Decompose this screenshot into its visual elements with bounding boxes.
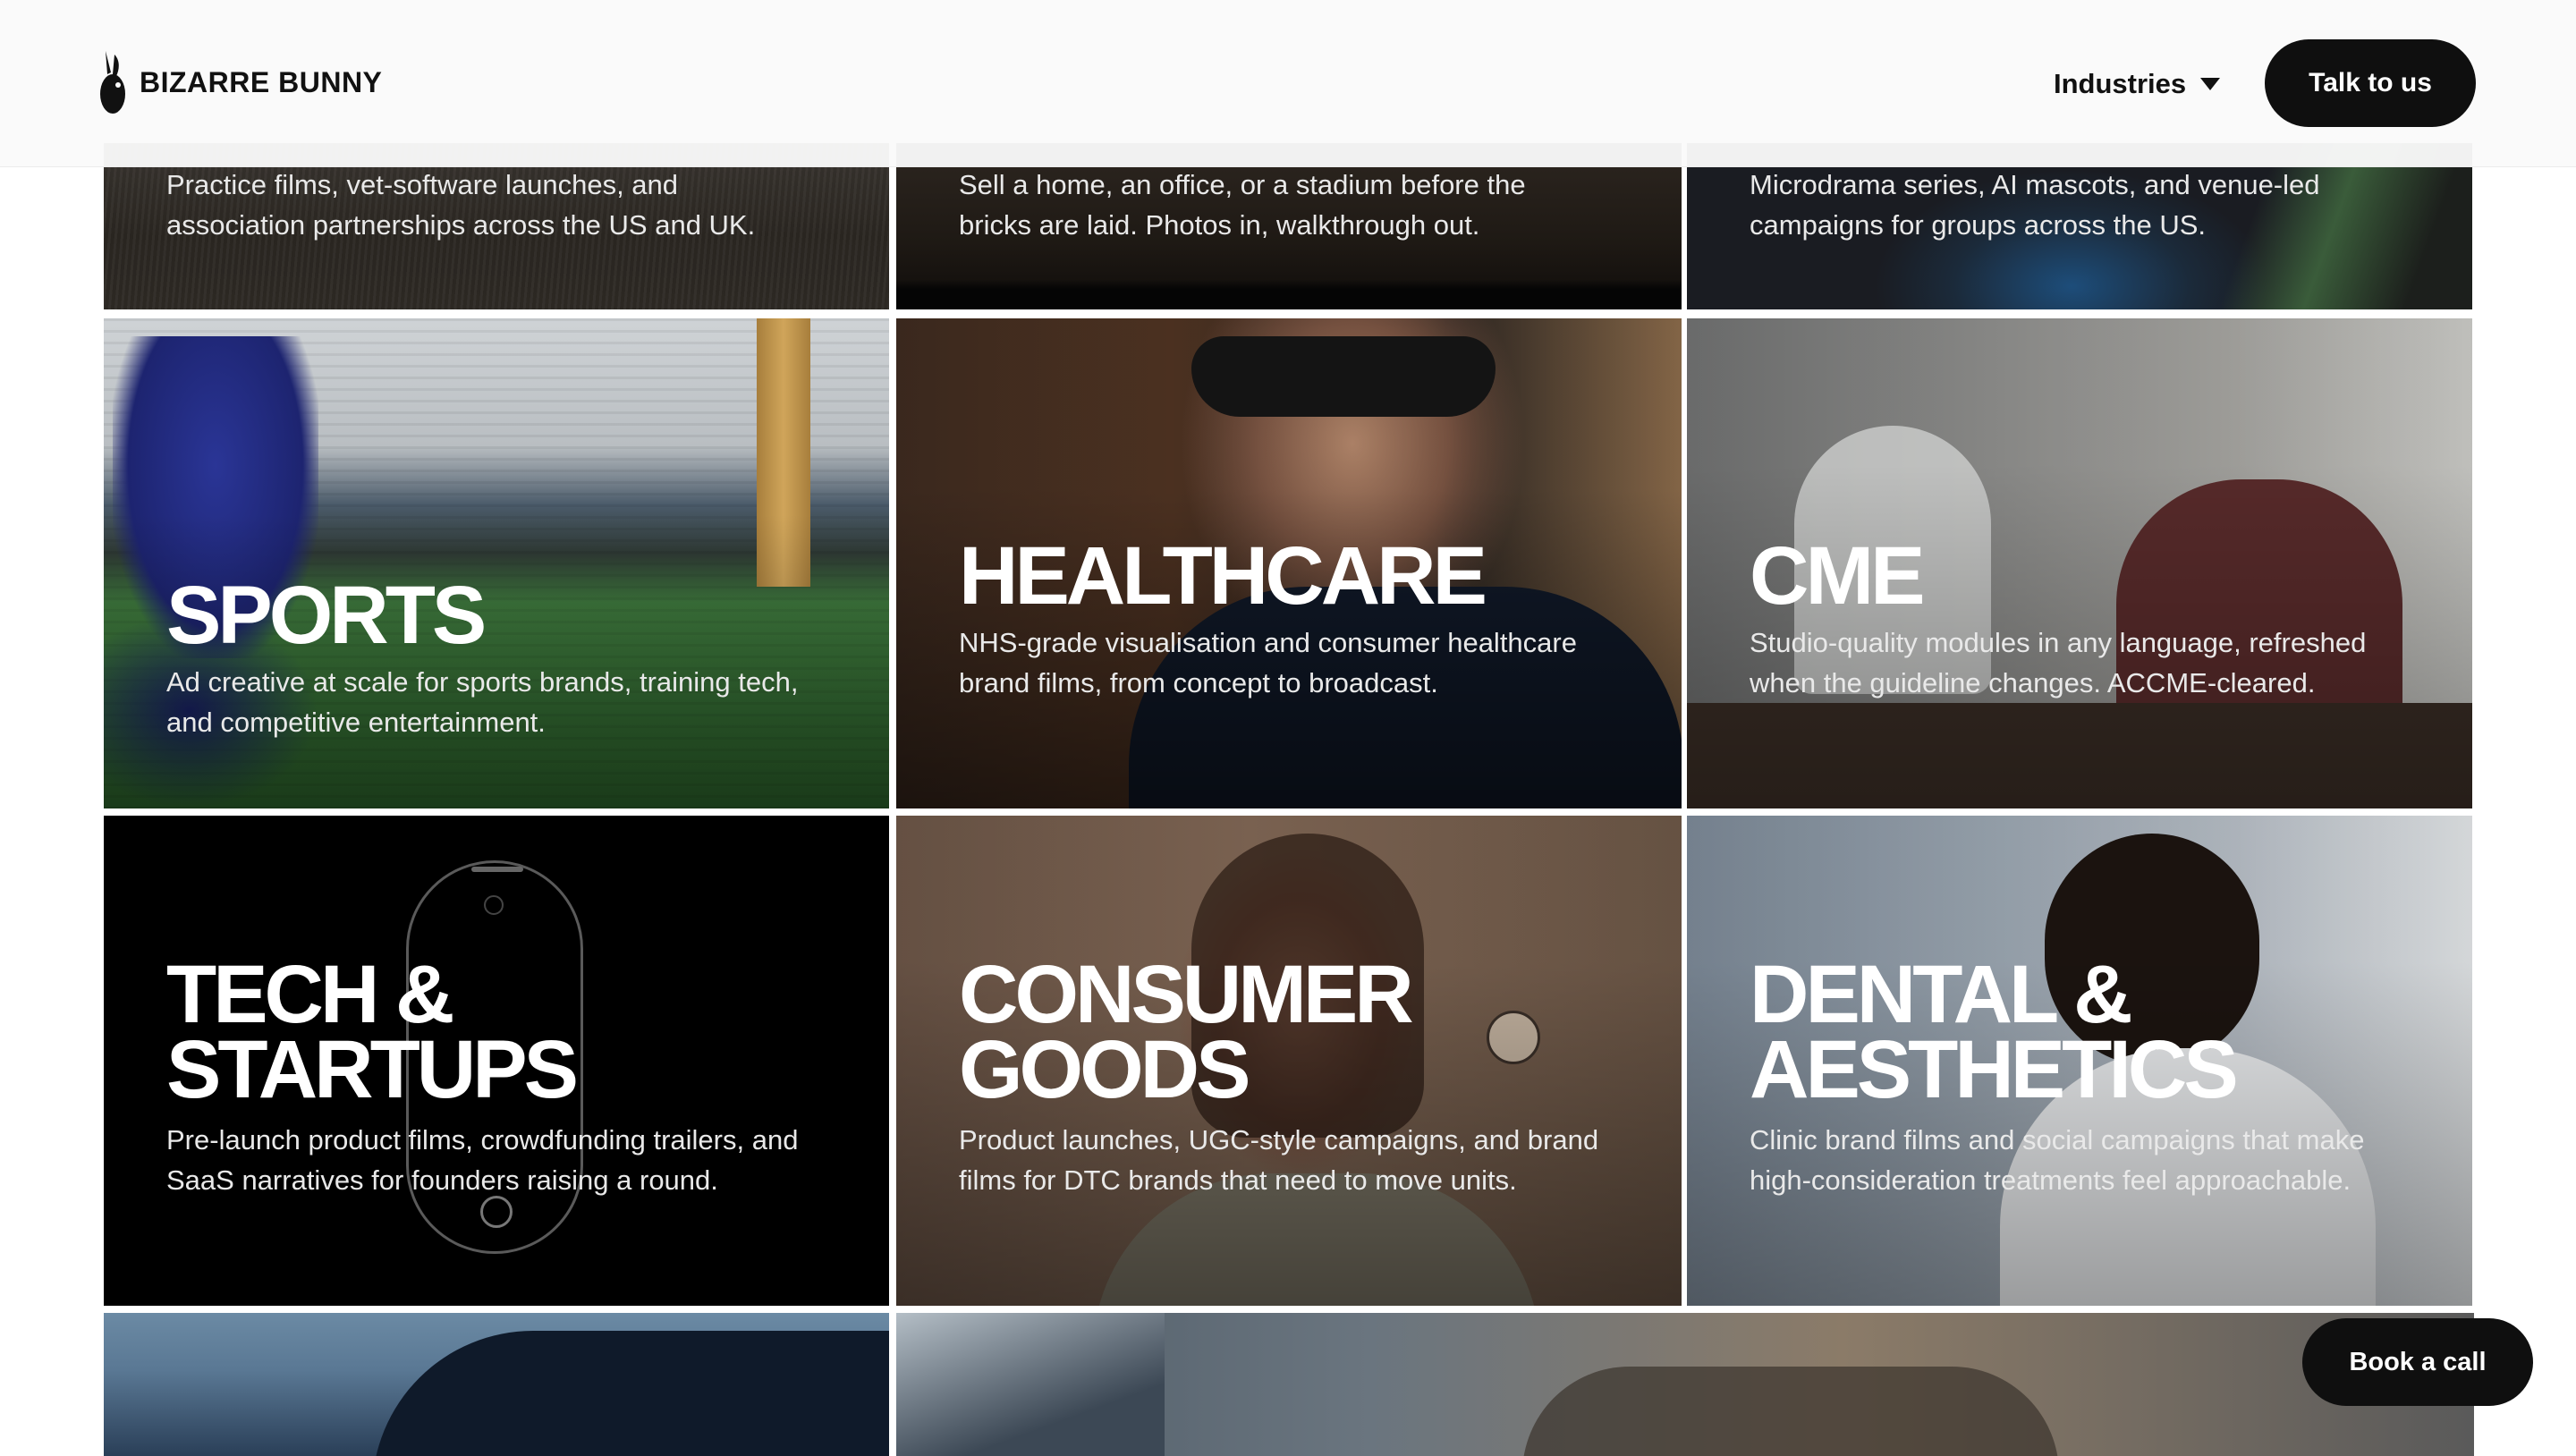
industry-card-sports[interactable]: SPORTS Ad creative at scale for sports b… xyxy=(104,318,889,808)
industry-card-healthcare[interactable]: HEALTHCARE NHS-grade visualisation and c… xyxy=(896,318,1682,808)
card-title: TECH & STARTUPS xyxy=(166,949,579,1115)
card-description: Pre-launch product films, crowdfunding t… xyxy=(166,1124,799,1196)
industry-card-consumer-goods[interactable]: CONSUMER GOODS Product launches, UGC-sty… xyxy=(896,816,1682,1306)
industries-dropdown[interactable]: Industries xyxy=(2054,64,2221,104)
book-a-call-button[interactable]: Book a call xyxy=(2302,1318,2533,1406)
card-description: Microdrama series, AI mascots, and venue… xyxy=(1750,169,2320,241)
brand-logo[interactable]: BIZARRE BUNNY xyxy=(100,47,382,118)
card-title: CONSUMER GOODS xyxy=(959,949,1414,1115)
industries-label: Industries xyxy=(2054,68,2187,99)
brand-name: BIZARRE BUNNY xyxy=(140,65,383,98)
card-title: DENTAL & AESTHETICS xyxy=(1750,949,2239,1115)
caret-down-icon xyxy=(2200,78,2221,90)
site-header: BIZARRE BUNNY Industries Talk to us xyxy=(0,0,2576,167)
card-title: HEALTHCARE xyxy=(959,530,1487,622)
card-title: CME xyxy=(1750,530,1925,622)
industry-card-partial[interactable]: Microdrama series, AI mascots, and venue… xyxy=(1687,143,2472,309)
industry-card-tech-startups[interactable]: TECH & STARTUPS Pre-launch product films… xyxy=(104,816,889,1306)
card-description: Practice films, vet-software launches, a… xyxy=(166,169,756,241)
industry-card-partial[interactable] xyxy=(896,1313,2474,1456)
industry-card-dental-aesthetics[interactable]: DENTAL & AESTHETICS Clinic brand films a… xyxy=(1687,816,2472,1306)
bunny-logo-icon xyxy=(100,51,125,114)
card-title: SPORTS xyxy=(166,570,487,661)
card-description: Studio-quality modules in any language, … xyxy=(1750,627,2367,698)
card-description: Ad creative at scale for sports brands, … xyxy=(166,666,799,738)
card-description: NHS-grade visualisation and consumer hea… xyxy=(959,627,1577,698)
card-description: Sell a home, an office, or a stadium bef… xyxy=(959,169,1526,241)
card-description: Clinic brand films and social campaigns … xyxy=(1750,1124,2365,1196)
card-description: Product launches, UGC-style campaigns, a… xyxy=(959,1124,1599,1196)
talk-to-us-button[interactable]: Talk to us xyxy=(2265,39,2476,127)
industry-card-partial[interactable]: Sell a home, an office, or a stadium bef… xyxy=(896,143,1682,309)
industry-card-partial[interactable]: Practice films, vet-software launches, a… xyxy=(104,143,889,309)
industry-card-partial[interactable] xyxy=(104,1313,889,1456)
industry-card-cme[interactable]: CME Studio-quality modules in any langua… xyxy=(1687,318,2472,808)
